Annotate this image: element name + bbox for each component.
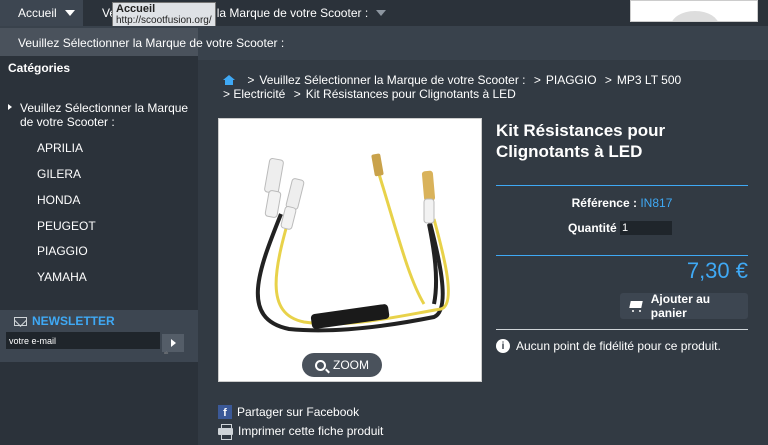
tooltip-url: http://scootfusion.org/ [116, 15, 212, 26]
quantity-label: Quantité : [568, 221, 624, 235]
cart-icon [628, 300, 644, 312]
add-to-cart-label: Ajouter au panier [650, 292, 711, 320]
print-label: Imprimer cette fiche produit [238, 424, 384, 438]
printer-icon [218, 424, 233, 440]
arrow-right-icon [170, 339, 176, 347]
add-to-cart-button[interactable]: Ajouter au panier [620, 292, 748, 320]
top-banner-image [630, 0, 758, 22]
sidebar-item-honda[interactable]: HONDA [37, 193, 80, 207]
nav-accueil-label: Accueil [18, 6, 57, 20]
sidebar-item-gilera[interactable]: GILERA [37, 167, 81, 181]
categories-title: Catégories [8, 61, 71, 75]
divider [496, 329, 748, 330]
newsletter-title-label: NEWSLETTER [32, 314, 115, 328]
reference-label: Référence : [571, 196, 637, 210]
product-image[interactable] [218, 118, 482, 382]
product-photo [255, 153, 450, 333]
dropdown-item-label: Veuillez Sélectionner la Marque de votre… [18, 36, 285, 50]
info-icon: i [496, 339, 510, 353]
chevron-down-icon [64, 10, 75, 16]
breadcrumb: > Veuillez Sélectionner la Marque de votr… [223, 73, 682, 101]
envelope-icon [14, 316, 27, 326]
newsletter-title: NEWSLETTER [14, 314, 115, 328]
share-facebook-label: Partager sur Facebook [237, 405, 360, 419]
breadcrumb-current: Kit Résistances pour Clignotants à LED [305, 87, 516, 101]
category-header-link[interactable]: Veuillez Sélectionner la Marque de votre… [20, 101, 195, 129]
breadcrumb-item[interactable]: MP3 LT 500 [617, 73, 681, 87]
breadcrumb-item[interactable]: PIAGGIO [546, 73, 597, 87]
fidelity-text: Aucun point de fidélité pour ce produit. [516, 339, 721, 353]
share-facebook-link[interactable]: f Partager sur Facebook [218, 405, 359, 419]
reference-value: IN817 [640, 196, 673, 210]
product-title: Kit Résistances pour Clignotants à LED [496, 121, 666, 161]
divider [496, 255, 748, 256]
product-price: 7,30 € [686, 258, 748, 283]
breadcrumb-item[interactable]: Electricité [233, 87, 285, 101]
zoom-button[interactable]: ZOOM [302, 353, 382, 377]
breadcrumb-item[interactable]: Veuillez Sélectionner la Marque de votre… [259, 73, 525, 87]
dropdown-item-marque[interactable]: Veuillez Sélectionner la Marque de votre… [0, 28, 284, 58]
zoom-label: ZOOM [333, 358, 369, 372]
sidebar-item-yamaha[interactable]: YAMAHA [37, 270, 87, 284]
link-tooltip: Accueil http://scootfusion.org/ [112, 2, 216, 28]
home-icon[interactable] [223, 75, 235, 85]
quantity-input[interactable]: 1 [620, 221, 672, 235]
magnifier-icon [315, 359, 326, 371]
chevron-down-icon [376, 10, 387, 16]
caret-right-icon [8, 104, 12, 110]
fidelity-note: i Aucun point de fidélité pour ce produi… [496, 339, 721, 353]
nav-accueil[interactable]: Accueil [0, 0, 83, 26]
newsletter-email-input[interactable]: votre e-mail [6, 332, 160, 349]
sidebar-item-piaggio[interactable]: PIAGGIO [37, 244, 88, 258]
facebook-icon: f [218, 405, 232, 419]
product-reference: Référence : IN817 [496, 196, 748, 210]
sidebar-item-peugeot[interactable]: PEUGEOT [37, 219, 96, 233]
print-link[interactable]: Imprimer cette fiche produit [218, 424, 384, 440]
tooltip-title: Accueil [116, 3, 156, 15]
divider [496, 185, 748, 186]
sidebar-item-aprilia[interactable]: APRILIA [37, 141, 83, 155]
newsletter-submit-small-label: ok [164, 350, 169, 355]
